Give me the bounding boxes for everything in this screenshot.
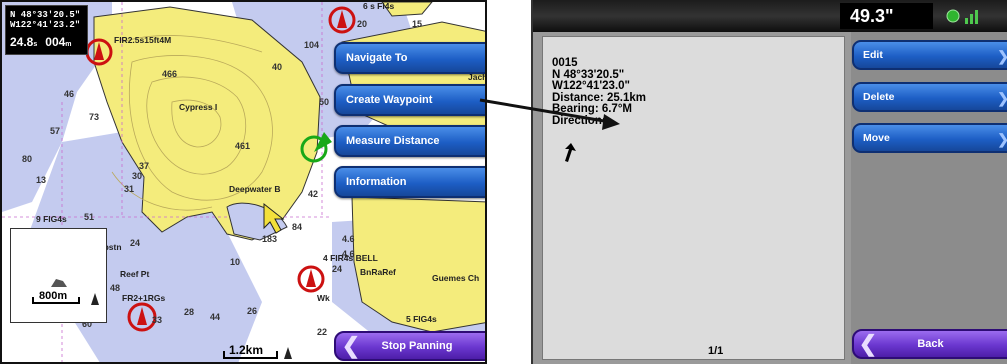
sounding: 20 — [357, 19, 367, 29]
sounding: 13 — [36, 175, 46, 185]
sounding: 4.6 — [342, 234, 355, 244]
sounding: 42 — [308, 189, 318, 199]
direction-arrow-icon — [565, 143, 576, 162]
map-label: 5 FIG4s — [406, 314, 437, 324]
sounding: 50 — [319, 97, 329, 107]
waypoint-direction: Direction: — [552, 114, 606, 127]
status-bar — [533, 0, 1007, 32]
sounding: 26 — [247, 306, 257, 316]
sounding: 461 — [235, 141, 250, 151]
sounding: 104 — [304, 40, 319, 50]
sounding: 46 — [64, 89, 74, 99]
map-label: Guemes Ch — [432, 273, 479, 283]
back-button[interactable]: ❮ Back — [852, 329, 1007, 359]
sounding: 24 — [332, 264, 342, 274]
bearing-value: 004 — [45, 35, 66, 49]
sounding: 73 — [89, 112, 99, 122]
stop-panning-button[interactable]: ❮ Stop Panning — [334, 331, 485, 361]
waypoint-name: 0015 — [552, 57, 578, 69]
scale-label: 1.2km — [229, 343, 263, 357]
sounding: 48 — [110, 283, 120, 293]
map-label: BnRaRef — [360, 267, 396, 277]
sounding: 466 — [162, 69, 177, 79]
position-readout: N 48°33'20.5" W122°41'23.2" 24.8s 004m — [5, 5, 88, 55]
sounding: 30 — [132, 171, 142, 181]
information-button[interactable]: Information — [334, 166, 485, 198]
delete-label: Delete — [863, 91, 895, 103]
chart-screen: 20 15 104 40 466 46 73 57 80 13 51 461 3… — [0, 0, 487, 364]
measure-distance-label: Measure Distance — [346, 135, 440, 147]
back-label: Back — [917, 338, 944, 350]
map-label: 4 FIR4s BELL — [323, 253, 378, 263]
map-label: Deepwater B — [229, 184, 281, 194]
sounding: 183 — [262, 234, 277, 244]
edit-label: Edit — [863, 49, 883, 61]
latitude: N 48°33'20.5" — [10, 10, 81, 20]
sounding: 84 — [292, 222, 302, 232]
information-label: Information — [346, 176, 407, 188]
sounding: 15 — [412, 19, 422, 29]
create-waypoint-label: Create Waypoint — [346, 94, 433, 106]
map-label: FIR2.5s15ft4M — [114, 35, 171, 45]
arrow-right-icon: ❯ — [997, 90, 1007, 107]
chevron-left-icon: ❮ — [858, 331, 878, 356]
edit-button[interactable]: Edit ❯ — [852, 40, 1007, 70]
chevron-left-icon: ❮ — [341, 333, 361, 358]
arrow-right-icon: ❯ — [997, 48, 1007, 65]
map-label: 6 s Fl4s — [363, 2, 394, 11]
sounding: 51 — [84, 212, 94, 222]
waypoint-screen: 49.3" 0015 N 48°33'20.5" W122°41'23.0" D… — [531, 0, 1007, 364]
sounding: 40 — [272, 62, 282, 72]
create-waypoint-button[interactable]: Create Waypoint — [334, 84, 485, 116]
move-label: Move — [863, 132, 890, 144]
sounding: 22 — [317, 327, 327, 337]
sounding: 37 — [139, 161, 149, 171]
overview-map: 800m — [32, 279, 99, 305]
distance-unit: s — [33, 41, 38, 48]
map-label: Cypress I — [179, 102, 217, 112]
waypoint-bearing: Bearing: 6.7°M — [552, 103, 633, 115]
measure-distance-button[interactable]: Measure Distance — [334, 125, 485, 157]
inset-scale-label: 800m — [39, 290, 67, 302]
gps-signal-icon — [946, 9, 978, 24]
distance-value: 24.8 — [10, 35, 34, 49]
waypoint-longitude: W122°41'23.0" — [552, 80, 631, 92]
delete-button[interactable]: Delete ❯ — [852, 82, 1007, 112]
waypoint-details: 0015 N 48°33'20.5" W122°41'23.0" Distanc… — [552, 57, 646, 127]
sounding: 28 — [184, 307, 194, 317]
map-label: Wk — [317, 293, 330, 303]
speed-readout: 49.3" — [840, 3, 933, 29]
longitude: W122°41'23.2" — [10, 20, 81, 30]
sounding: 44 — [210, 312, 220, 322]
sounding: 31 — [124, 184, 134, 194]
page-indicator: 1/1 — [708, 345, 724, 357]
stop-panning-label: Stop Panning — [381, 340, 453, 352]
sounding: 80 — [22, 154, 32, 164]
map-label: FR2+1RGs — [122, 293, 165, 303]
north-arrow-icon — [91, 293, 99, 305]
map-label: Reef Pt — [120, 269, 149, 279]
sounding: 24 — [130, 238, 140, 248]
navigate-to-label: Navigate To — [346, 52, 408, 64]
overview-inset: 800m — [10, 228, 107, 323]
bearing-unit: m — [65, 41, 72, 48]
map-label: 9 FIG4s — [36, 214, 67, 224]
sounding: 33 — [152, 315, 162, 325]
move-button[interactable]: Move ❯ — [852, 123, 1007, 153]
sounding: 57 — [50, 126, 60, 136]
waypoint-details-panel: 0015 N 48°33'20.5" W122°41'23.0" Distanc… — [542, 36, 845, 360]
navigate-to-button[interactable]: Navigate To — [334, 42, 485, 74]
figure: 20 15 104 40 466 46 73 57 80 13 51 461 3… — [0, 0, 1007, 364]
arrow-right-icon: ❯ — [997, 131, 1007, 148]
sounding: 10 — [230, 257, 240, 267]
